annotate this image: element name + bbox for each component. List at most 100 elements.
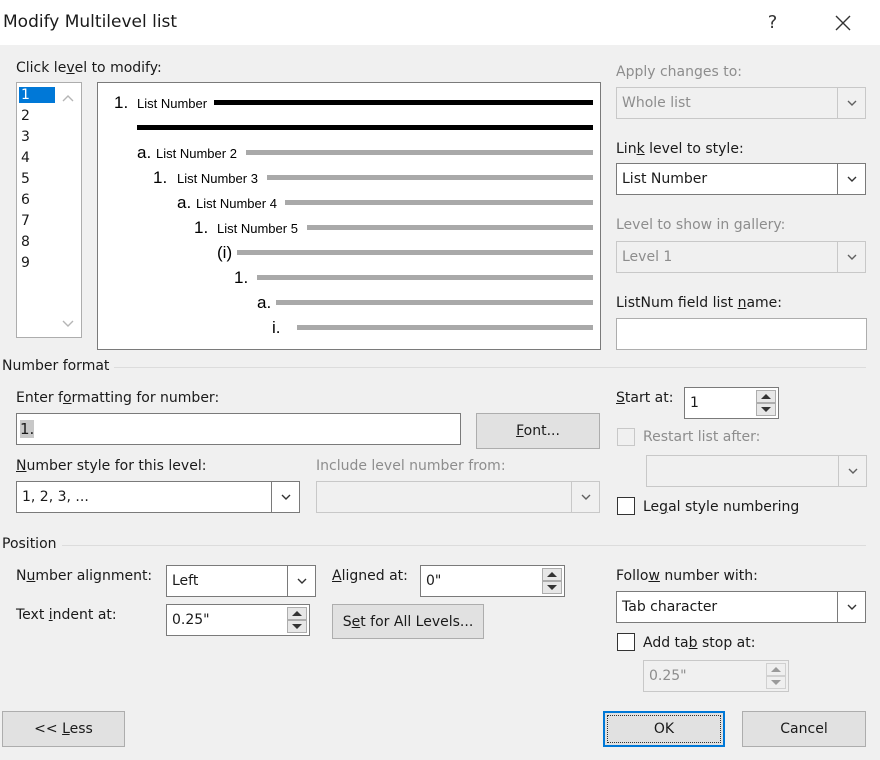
preview-label: List Number 4 <box>196 196 277 211</box>
apply-changes-select[interactable]: Whole list <box>616 87 866 119</box>
close-button[interactable] <box>820 0 865 45</box>
text-indent-spinner[interactable]: 0.25" <box>166 604 310 636</box>
cancel-button[interactable]: Cancel <box>742 711 866 747</box>
aligned-at-label: Aligned at: <box>332 568 408 584</box>
spin-up-icon[interactable] <box>542 568 562 581</box>
link-level-value: List Number <box>622 171 708 187</box>
add-tab-stop-label: Add tab stop at: <box>643 635 756 651</box>
listnum-label: ListNum field list name: <box>616 295 782 311</box>
legal-style-checkbox[interactable] <box>617 497 635 515</box>
gallery-level-select[interactable]: Level 1 <box>616 241 866 273</box>
preview-line <box>246 150 593 155</box>
tab-stop-spinner[interactable]: 0.25" <box>643 660 789 692</box>
restart-list-checkbox[interactable] <box>617 428 635 446</box>
text-indent-label: Text indent at: <box>16 607 117 623</box>
legal-style-label: Legal style numbering <box>643 499 800 515</box>
spin-up-icon[interactable] <box>766 663 786 676</box>
level-item[interactable]: 2 <box>21 108 30 124</box>
preview-number: a. <box>137 143 152 162</box>
gallery-level-label: Level to show in gallery: <box>616 217 786 233</box>
listnum-input[interactable] <box>616 318 867 350</box>
font-button-label: Font... <box>516 423 560 439</box>
level-item[interactable]: 5 <box>21 171 30 187</box>
level-item[interactable]: 3 <box>21 129 30 145</box>
chevron-down-icon <box>571 482 599 512</box>
set-all-levels-label: Set for All Levels... <box>342 613 474 630</box>
spin-up-icon[interactable] <box>756 390 776 403</box>
preview-line <box>285 200 593 205</box>
gallery-level-value: Level 1 <box>622 249 673 265</box>
start-at-value: 1 <box>690 395 699 411</box>
preview-label: List Number <box>137 96 208 111</box>
preview-line <box>297 325 593 330</box>
dialog-title: Modify Multilevel list <box>3 12 178 32</box>
number-alignment-value: Left <box>172 573 199 589</box>
preview-line <box>214 100 593 105</box>
less-button[interactable]: << Less <box>2 711 125 747</box>
preview-pane: 1. List Number a. List Number 2 1. List … <box>97 82 601 350</box>
follow-number-select[interactable]: Tab character <box>616 591 866 623</box>
chevron-down-icon <box>837 592 865 622</box>
preview-label: List Number 2 <box>156 146 237 161</box>
level-item[interactable]: 6 <box>21 192 30 208</box>
level-listbox[interactable]: 1 2 3 4 5 6 7 8 9 <box>16 82 82 338</box>
level-item[interactable]: 8 <box>21 234 30 250</box>
spin-down-icon[interactable] <box>756 403 776 416</box>
level-item[interactable]: 9 <box>21 255 30 271</box>
aligned-at-spinner[interactable]: 0" <box>420 565 565 597</box>
start-at-spinner[interactable]: 1 <box>684 387 779 419</box>
number-alignment-label: Number alignment: <box>16 568 153 584</box>
level-item[interactable]: 1 <box>19 87 55 103</box>
format-number-input[interactable]: 1. <box>16 413 461 445</box>
link-level-select[interactable]: List Number <box>616 163 866 195</box>
number-format-heading: Number format <box>2 358 110 374</box>
spin-down-icon[interactable] <box>766 676 786 689</box>
title-bar: Modify Multilevel list ? <box>0 0 880 45</box>
restart-list-label: Restart list after: <box>643 429 761 445</box>
divider <box>62 545 866 546</box>
spin-down-icon[interactable] <box>542 581 562 594</box>
ok-button[interactable]: OK <box>603 711 725 747</box>
less-button-label: << Less <box>34 721 93 737</box>
chevron-down-icon <box>271 482 299 512</box>
preview-number: 1. <box>234 268 249 287</box>
level-label: Click level to modify: <box>16 60 162 76</box>
preview-number: 1. <box>194 218 209 237</box>
number-style-select[interactable]: 1, 2, 3, ... <box>16 481 300 513</box>
spin-up-icon[interactable] <box>287 607 307 620</box>
number-alignment-select[interactable]: Left <box>166 565 316 597</box>
tab-stop-value: 0.25" <box>649 668 687 684</box>
chevron-down-icon <box>287 566 315 596</box>
preview-line <box>267 175 593 180</box>
preview-line <box>137 125 593 130</box>
preview-number: 1. <box>114 93 129 112</box>
divider <box>114 367 866 368</box>
chevron-down-icon <box>837 88 865 118</box>
number-style-label: Number style for this level: <box>16 458 207 474</box>
scroll-up-icon[interactable] <box>61 91 75 107</box>
scroll-down-icon[interactable] <box>61 317 75 333</box>
text-indent-value: 0.25" <box>172 612 210 628</box>
aligned-at-value: 0" <box>426 573 442 589</box>
preview-label: List Number 3 <box>177 171 258 186</box>
preview-number: 1. <box>153 168 168 187</box>
apply-changes-label: Apply changes to: <box>616 64 743 80</box>
preview-line <box>276 300 593 305</box>
help-button[interactable]: ? <box>750 0 795 45</box>
level-item[interactable]: 4 <box>21 150 30 166</box>
follow-number-label: Follow number with: <box>616 568 758 584</box>
follow-number-value: Tab character <box>622 599 718 615</box>
preview-number: (i) <box>217 243 233 262</box>
add-tab-stop-checkbox[interactable] <box>617 633 635 651</box>
include-level-select[interactable] <box>316 481 600 513</box>
chevron-down-icon <box>837 242 865 272</box>
include-level-label: Include level number from: <box>316 458 506 474</box>
restart-list-select[interactable] <box>646 455 867 487</box>
spin-down-icon[interactable] <box>287 620 307 633</box>
number-style-value: 1, 2, 3, ... <box>22 489 89 505</box>
level-item[interactable]: 7 <box>21 213 30 229</box>
chevron-down-icon <box>838 456 866 486</box>
set-all-levels-button[interactable]: Set for All Levels... <box>332 604 484 639</box>
preview-number: a. <box>257 293 272 312</box>
font-button[interactable]: Font... <box>476 413 600 449</box>
